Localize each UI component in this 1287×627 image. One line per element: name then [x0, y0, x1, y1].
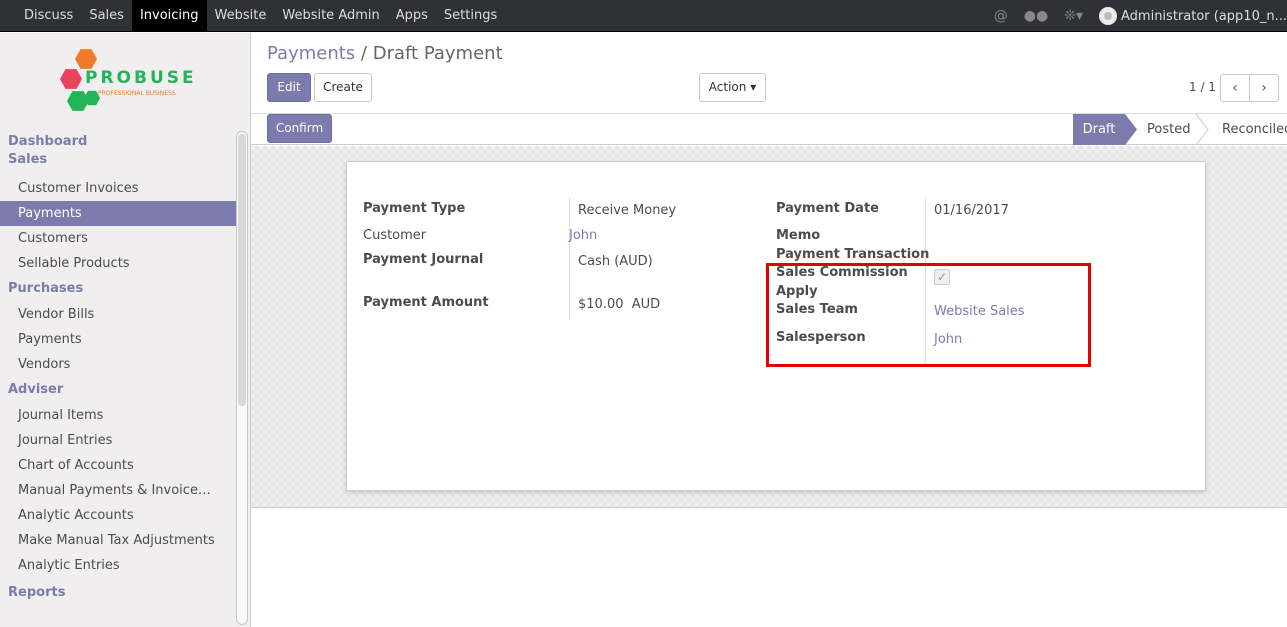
payment-amount-value: $10.00 AUD	[578, 297, 661, 312]
logo-brand: PROBUSE	[85, 68, 197, 88]
sidebar-item-vendor-bills[interactable]: Vendor Bills	[0, 302, 236, 327]
highlight-box	[766, 263, 1091, 367]
memo-label: Memo	[776, 228, 821, 243]
payment-journal-label: Payment Journal	[363, 252, 484, 267]
sidebar-item-payments[interactable]: Payments	[0, 201, 236, 226]
sidebar-section-sales: Sales	[8, 152, 48, 167]
sidebar-item-manual-tax[interactable]: Make Manual Tax Adjustments	[0, 528, 236, 553]
caret-down-icon: ▾	[750, 80, 757, 94]
payment-date-value: 01/16/2017	[934, 203, 1009, 218]
app-menu: Discuss Sales Invoicing Website Website …	[16, 0, 505, 32]
sidebar-item-vendor-payments[interactable]: Payments	[0, 327, 236, 352]
sidebar-item-chart-of-accounts[interactable]: Chart of Accounts	[0, 453, 236, 478]
sidebar-item-analytic-entries[interactable]: Analytic Entries	[0, 553, 236, 578]
menu-website-admin[interactable]: Website Admin	[274, 0, 387, 32]
sidebar-item-manual-payments[interactable]: Manual Payments & Invoice…	[0, 478, 236, 503]
sidebar-item-customer-invoices[interactable]: Customer Invoices	[0, 176, 236, 201]
sidebar-item-dashboard[interactable]: Dashboard	[0, 133, 236, 151]
customer-label: Customer	[363, 228, 427, 243]
edit-button[interactable]: Edit	[267, 73, 311, 102]
payment-type-value: Receive Money	[578, 203, 677, 218]
user-name: Administrator (app10_n...	[1121, 8, 1287, 24]
chevron-right-icon: ›	[1261, 80, 1267, 96]
action-dropdown[interactable]: Action ▾	[699, 73, 766, 102]
chat-icon[interactable]: ●●	[1024, 8, 1048, 24]
user-menu[interactable]: Administrator (app10_n...	[1099, 7, 1287, 25]
menu-sales[interactable]: Sales	[81, 0, 132, 32]
menu-apps[interactable]: Apps	[388, 0, 436, 32]
at-icon[interactable]: @	[994, 8, 1008, 24]
sidebar-scrollbar[interactable]	[236, 131, 248, 625]
sidebar-section-reports[interactable]: Reports	[0, 584, 236, 602]
payment-type-label: Payment Type	[363, 201, 466, 216]
logo-tagline: PROFESSIONAL BUSINESS	[98, 90, 176, 97]
confirm-button[interactable]: Confirm	[267, 114, 332, 143]
menu-website[interactable]: Website	[207, 0, 275, 32]
pager-previous-button[interactable]: ‹	[1220, 74, 1250, 102]
top-navbar: Discuss Sales Invoicing Website Website …	[0, 0, 1287, 32]
breadcrumb: Payments / Draft Payment	[267, 43, 503, 64]
sidebar-section-purchases: Purchases	[8, 281, 84, 296]
sidebar-item-customers[interactable]: Customers	[0, 226, 236, 251]
menu-discuss[interactable]: Discuss	[16, 0, 81, 32]
payment-journal-value: Cash (AUD)	[578, 254, 653, 269]
stage-arrow-icon	[1125, 114, 1137, 145]
breadcrumb-payments[interactable]: Payments	[267, 43, 355, 64]
sidebar-item-journal-items[interactable]: Journal Items	[0, 403, 236, 428]
customer-link[interactable]: John	[569, 228, 597, 243]
pager-next-button[interactable]: ›	[1249, 74, 1279, 102]
stage-separator-icon	[1195, 114, 1209, 145]
sidebar: PROBUSE PROFESSIONAL BUSINESS Dashboard …	[0, 33, 251, 627]
payment-date-label: Payment Date	[776, 201, 879, 216]
sidebar-section-adviser: Adviser	[8, 382, 64, 397]
page-title: Draft Payment	[372, 43, 503, 64]
sidebar-item-journal-entries[interactable]: Journal Entries	[0, 428, 236, 453]
company-logo: PROBUSE PROFESSIONAL BUSINESS	[58, 46, 198, 121]
payment-amount-label: Payment Amount	[363, 295, 489, 310]
chevron-left-icon: ‹	[1232, 80, 1238, 96]
sidebar-item-vendors[interactable]: Vendors	[0, 352, 236, 377]
sidebar-item-sellable-products[interactable]: Sellable Products	[0, 251, 236, 276]
sidebar-item-analytic-accounts[interactable]: Analytic Accounts	[0, 503, 236, 528]
create-button[interactable]: Create	[314, 73, 372, 102]
menu-settings[interactable]: Settings	[436, 0, 505, 32]
bug-icon[interactable]: ❊▾	[1064, 8, 1083, 24]
avatar	[1099, 7, 1117, 25]
stage-draft[interactable]: Draft	[1073, 114, 1125, 145]
stage-posted[interactable]: Posted	[1147, 114, 1197, 145]
menu-invoicing[interactable]: Invoicing	[131, 0, 207, 32]
payment-transaction-label: Payment Transaction	[776, 247, 930, 262]
pager-value: 1 / 1	[1189, 80, 1216, 94]
status-bar: Draft Posted Reconciled	[251, 113, 1287, 145]
stage-reconciled[interactable]: Reconciled	[1222, 114, 1287, 145]
